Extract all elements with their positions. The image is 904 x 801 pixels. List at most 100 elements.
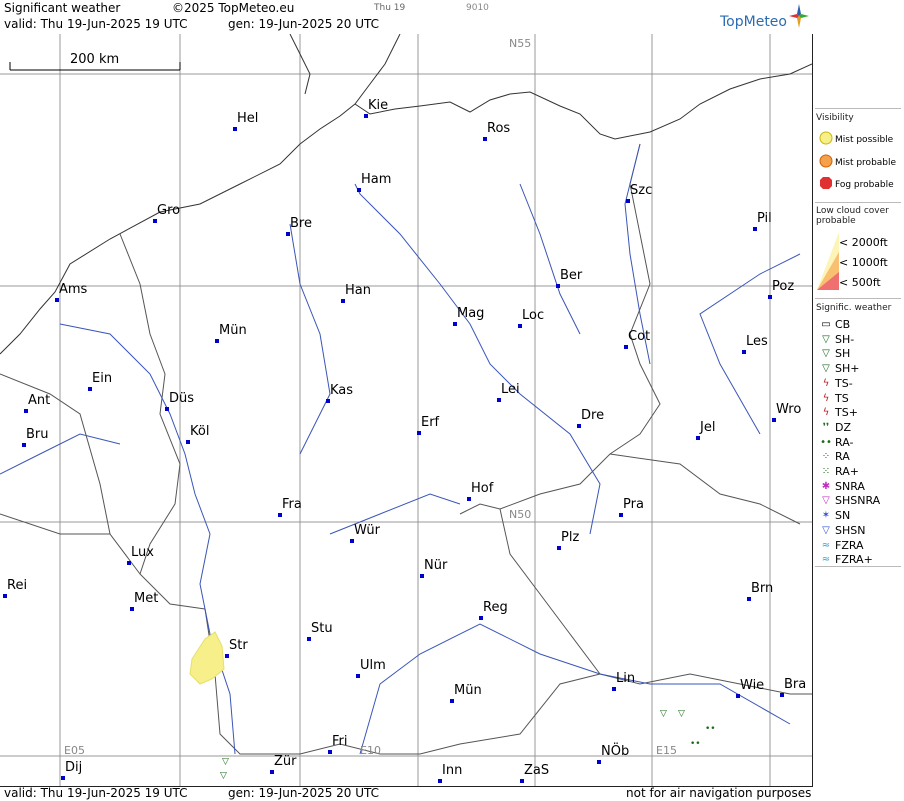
gen-time: gen: 19-Jun-2025 20 UTC [228,17,380,31]
legend-sigwx-item: ϟ TS- [817,377,853,390]
city-marker [22,443,26,447]
city-label: Fri [332,734,348,749]
city-label: Jel [700,420,716,435]
city-label: Ant [28,393,51,408]
city-marker [215,339,219,343]
copyright: ©2025 TopMeteo.eu [172,1,295,15]
city-marker [626,199,630,203]
legend-lowcloud-title: Low cloud cover probable [816,206,889,226]
city-marker [307,637,311,641]
city-label: Köl [190,424,210,439]
city-label: Rei [7,578,28,593]
mist-probable-icon [817,154,835,171]
city-label: Lei [501,382,520,397]
city-marker [768,295,772,299]
city-label: Kie [368,98,389,113]
city-marker [483,137,487,141]
brand-logo: TopMeteo [720,14,787,30]
city-label: Stu [311,621,333,636]
legend-sigwx-item: ✱ SNRA [817,480,865,493]
city-marker [497,398,501,402]
city-marker [165,407,169,411]
city-marker [619,513,623,517]
city-label: Düs [169,391,195,406]
lowcloud-gradient-icon [817,232,839,290]
legend-sigwx-title: Signific. weather [816,303,892,313]
city-label: Nür [424,558,448,573]
city-marker [278,513,282,517]
scale-label: 200 km [70,52,120,67]
city-marker [420,574,424,578]
city-label: Lux [131,545,154,560]
map-footer: valid: Thu 19-Jun-2025 19 UTC gen: 19-Ju… [0,786,812,801]
legend-sigwx-item: •• RA- [817,436,853,449]
map-header: Significant weather ©2025 TopMeteo.eu Th… [0,0,812,35]
sigwx-symbol-icon: ϟ [822,407,830,419]
city-marker [597,760,601,764]
city-label: Cot [628,329,651,344]
legend-visibility-title: Visibility [816,113,854,123]
city-label: Plz [561,530,580,545]
footer-valid-time: valid: Thu 19-Jun-2025 19 UTC [4,786,188,800]
sigwx-symbol-icon: ▽ [822,363,830,375]
valid-time: valid: Thu 19-Jun-2025 19 UTC [4,17,188,31]
map-base-layer: ▽ ▽ •• •• ▽ ▽ [0,34,812,786]
legend-sigwx-item: ≈ FZRA [817,539,864,552]
legend-sigwx-item: ▽ SHSN [817,524,865,537]
city-label: Bra [784,677,807,692]
grid-label-n55: N55 [509,37,532,50]
legend-sigwx-item: ▽ SHSNRA [817,494,880,507]
city-label: Poz [772,279,795,294]
city-marker [520,779,524,783]
city-label: Ein [92,371,113,386]
city-label: Reg [483,600,508,615]
sigwx-symbol-icon: ▽ [822,333,830,345]
legend-sigwx-item: ⁘ RA [817,450,850,463]
city-label: Szc [630,183,653,198]
city-label: Wür [354,523,380,538]
city-label: Pil [757,211,772,226]
map-title: Significant weather [4,1,121,15]
city-label: Mün [219,323,247,338]
city-marker [326,399,330,403]
city-marker [186,440,190,444]
city-marker [55,298,59,302]
sigwx-symbol-icon: ϟ [822,377,830,389]
city-label: Kas [330,383,354,398]
legend-sigwx-item: ✶ SN [817,509,850,522]
rain-symbols: ▽ ▽ •• •• ▽ ▽ [220,709,716,781]
disclaimer: not for air navigation purposes [626,786,812,800]
city-marker [624,345,628,349]
city-label: Les [746,334,768,349]
sigwx-symbol-icon: ▽ [822,495,830,507]
city-label: Ams [59,282,88,297]
city-label: Erf [421,415,440,430]
city-label: Ham [361,172,392,187]
legend-sigwx-item: ❜❜ DZ [817,421,851,434]
city-marker [772,418,776,422]
city-marker [286,232,290,236]
city-label: Loc [522,308,545,323]
svg-text:▽: ▽ [222,757,229,767]
city-label: ZaS [524,763,550,778]
city-marker [341,299,345,303]
city-label: Ber [560,268,583,283]
city-label: NÖb [601,744,630,759]
legend-sigwx-item: ≈ FZRA+ [817,553,873,566]
compass-icon [788,3,810,32]
fog-probable-icon [817,176,835,193]
city-marker [696,436,700,440]
city-marker [225,654,229,658]
weather-map[interactable]: ▽ ▽ •• •• ▽ ▽ N55 N50 E05 E10 E15 200 km Ki… [0,34,813,787]
city-label: Inn [442,763,463,778]
city-label: Ros [487,121,511,136]
city-label: Bre [290,216,312,231]
city-label: Zür [274,754,297,769]
svg-text:▽: ▽ [220,771,227,781]
city-marker [24,409,28,413]
city-label: Dij [65,760,83,775]
legend-lowcloud-2000: < 2000ft [839,236,888,249]
city-marker [612,687,616,691]
city-label: Pra [623,497,644,512]
city-label: Mün [454,683,482,698]
